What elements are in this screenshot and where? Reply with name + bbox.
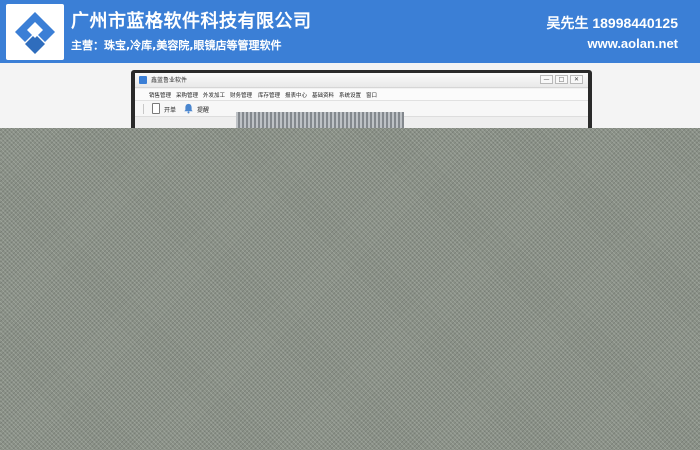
contact-phone: 吴先生 18998440125: [546, 15, 678, 31]
company-logo: [6, 4, 64, 60]
menu-sales[interactable]: 销售管理: [149, 91, 171, 99]
website-link[interactable]: www.aolan.net: [587, 36, 678, 51]
app-icon: [139, 76, 147, 84]
menu-finance[interactable]: 财务管理: [230, 91, 252, 99]
menu-system-settings[interactable]: 系统设置: [339, 91, 361, 99]
obscured-strip: [236, 112, 404, 128]
close-button[interactable]: ✕: [570, 75, 583, 84]
company-banner: 广州市蓝格软件科技有限公司 主营：珠宝,冷库,美容院,眼镜店等管理软件 吴先生 …: [0, 0, 700, 63]
company-name: 广州市蓝格软件科技有限公司: [71, 11, 312, 32]
menu-bar: 销售管理 采购管理 外发加工 财务管理 库存管理 报表中心 基础资料 系统设置 …: [135, 89, 588, 101]
window-titlebar: 鑫蓝鲁业软件 — □ ✕: [135, 73, 588, 88]
new-document-icon[interactable]: [152, 103, 160, 114]
open-order-button[interactable]: 开单: [164, 105, 176, 114]
minimize-button[interactable]: —: [540, 75, 553, 84]
menu-base-data[interactable]: 基础资料: [312, 91, 334, 99]
remind-button[interactable]: 提醒: [197, 105, 209, 114]
menu-purchase[interactable]: 采购管理: [176, 91, 198, 99]
window-title: 鑫蓝鲁业软件: [151, 77, 188, 84]
menu-inventory[interactable]: 库存管理: [258, 91, 280, 99]
menu-reports[interactable]: 报表中心: [285, 91, 307, 99]
menu-outsourcing[interactable]: 外发加工: [203, 91, 225, 99]
maximize-button[interactable]: □: [555, 75, 568, 84]
obscured-region: [0, 128, 700, 450]
toolbar-divider: [143, 104, 144, 114]
bell-icon[interactable]: [183, 103, 194, 114]
logo-mark-icon: [15, 12, 55, 54]
menu-window[interactable]: 窗口: [366, 91, 377, 99]
business-scope: 主营：珠宝,冷库,美容院,眼镜店等管理软件: [71, 39, 282, 52]
